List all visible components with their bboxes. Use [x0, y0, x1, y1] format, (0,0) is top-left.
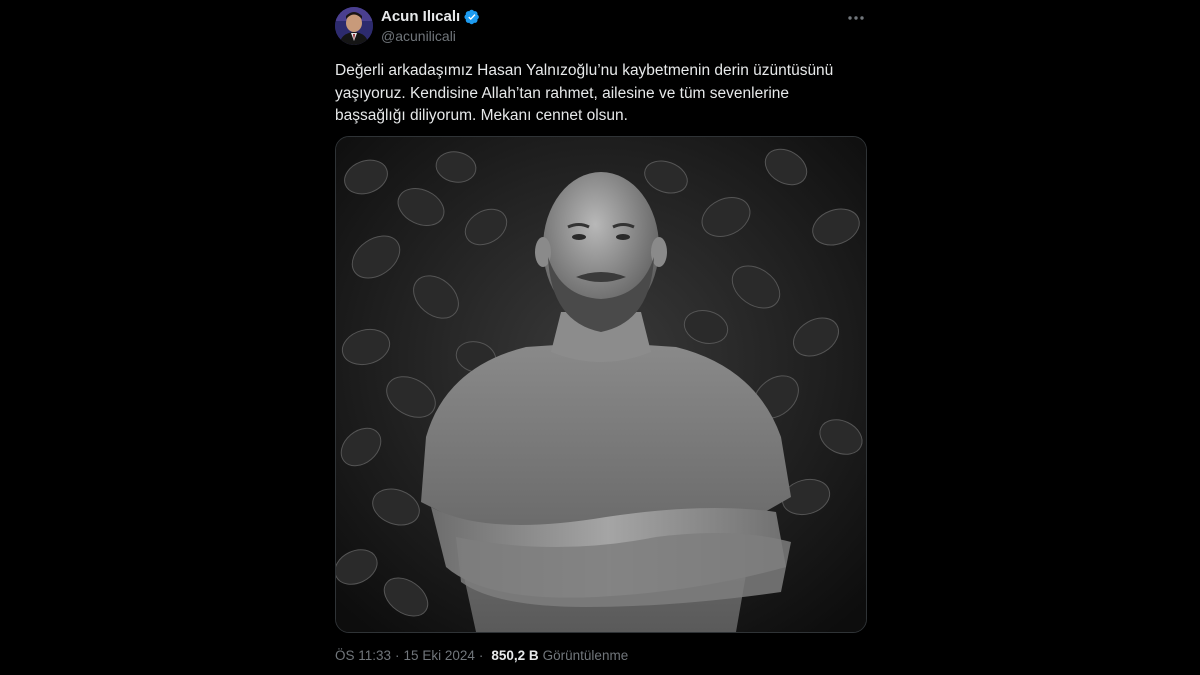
- author-avatar[interactable]: [335, 7, 373, 45]
- verified-badge-icon: [464, 9, 480, 25]
- author-name-row: Acun Ilıcalı: [381, 7, 480, 26]
- tweet-card: Acun Ilıcalı @acunilicali Değerli arkada…: [335, 0, 867, 675]
- tweet-text: Değerli arkadaşımız Hasan Yalnızoğlu’nu …: [335, 62, 834, 124]
- views-label: Görüntülenme: [542, 648, 629, 663]
- tweet-header: Acun Ilıcalı @acunilicali: [335, 7, 867, 47]
- tweet-meta: ÖS 11:33 · 15 Eki 2024 · 850,2 B Görüntü…: [335, 648, 628, 663]
- tweet-date[interactable]: 15 Eki 2024: [404, 648, 475, 663]
- author-info: Acun Ilıcalı @acunilicali: [381, 7, 480, 44]
- author-handle[interactable]: @acunilicali: [381, 28, 480, 44]
- views-count[interactable]: 850,2 B: [491, 648, 538, 663]
- author-display-name[interactable]: Acun Ilıcalı: [381, 8, 460, 25]
- tweet-time[interactable]: ÖS 11:33: [335, 648, 391, 663]
- tweet-photo[interactable]: [335, 136, 867, 633]
- meta-separator: ·: [395, 648, 400, 663]
- meta-separator-2: ·: [478, 648, 484, 663]
- more-options-icon[interactable]: [845, 11, 867, 25]
